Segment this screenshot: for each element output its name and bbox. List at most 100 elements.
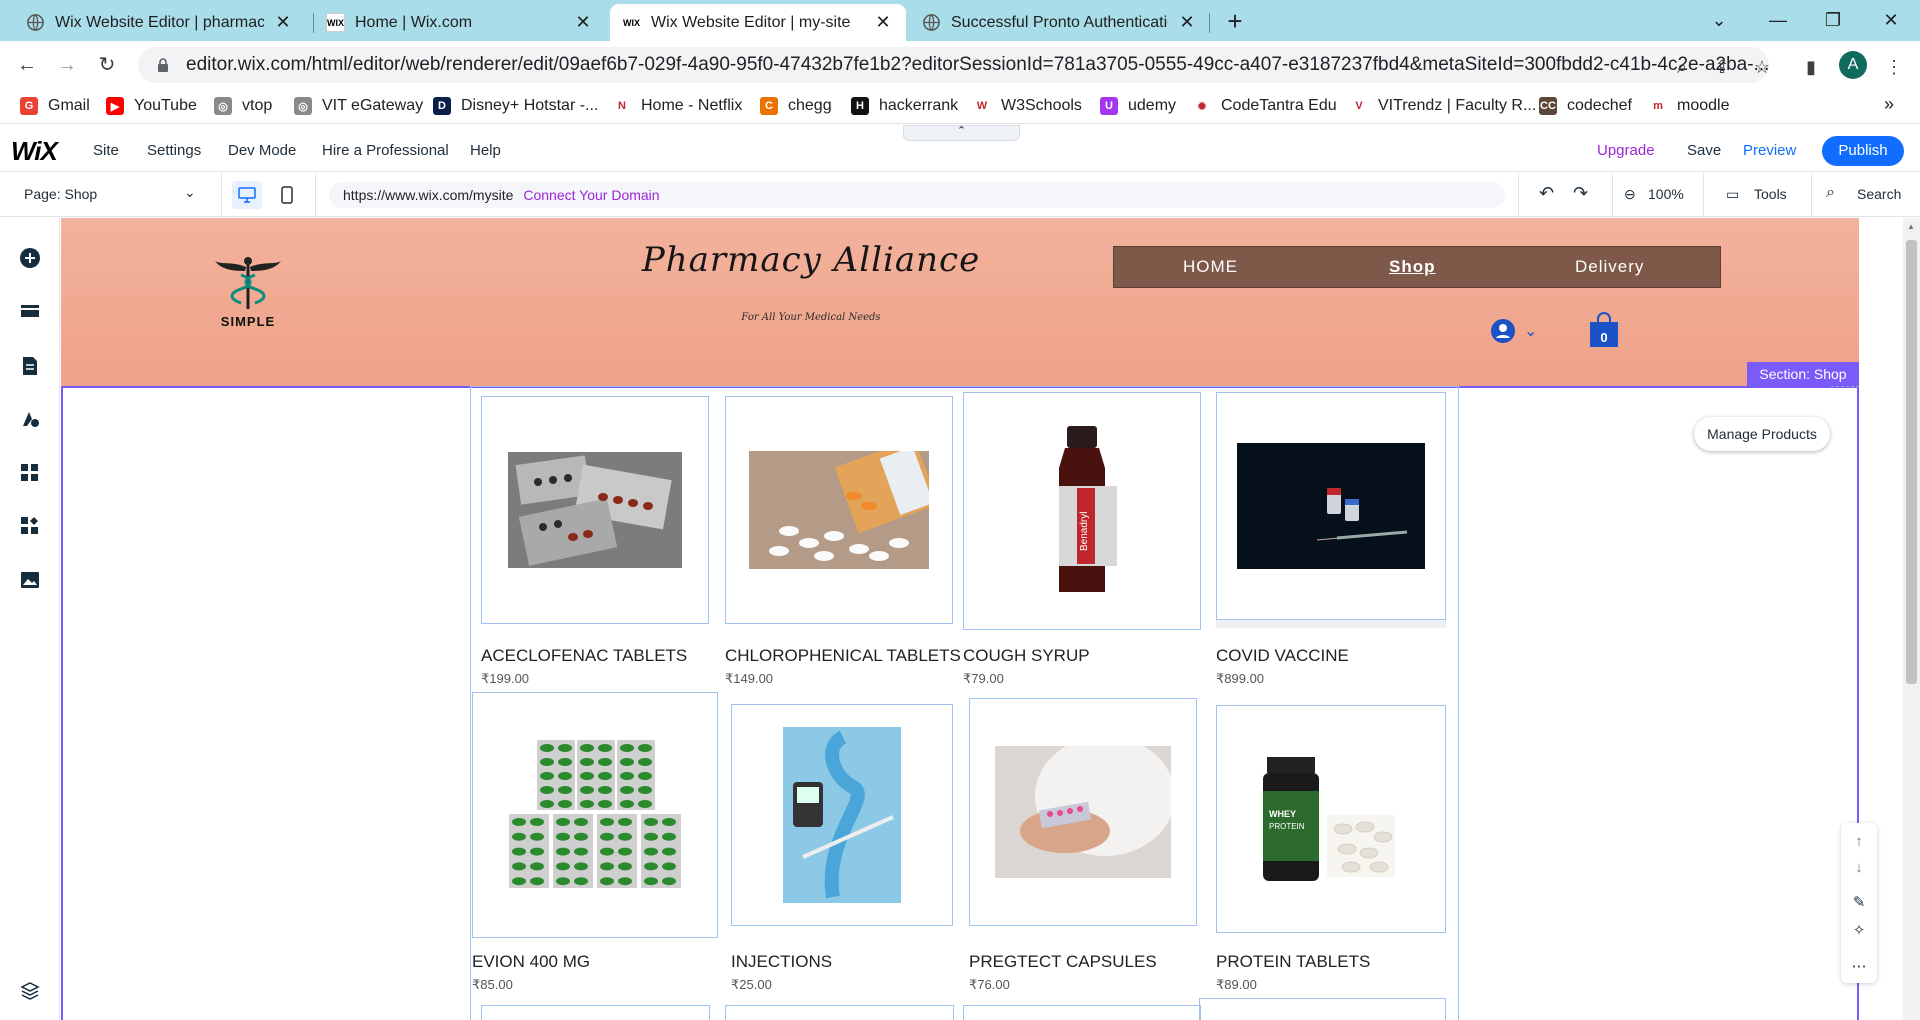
search-button[interactable]: Search (1857, 186, 1901, 202)
forward-icon[interactable]: → (53, 51, 81, 79)
share-icon[interactable]: ⇪ (1712, 57, 1732, 77)
address-bar[interactable]: editor.wix.com/html/editor/web/renderer/… (138, 47, 1769, 83)
edit-pencil-icon[interactable]: ✎ (1849, 893, 1869, 913)
bookmark-vit-egateway[interactable]: ◎ VIT eGateway (294, 94, 423, 118)
nav-shop[interactable]: Shop (1389, 257, 1436, 277)
close-tab-icon[interactable]: ✕ (272, 12, 294, 34)
product-image[interactable]: WHEY PROTEIN (1216, 705, 1446, 933)
product-card[interactable]: WHEY PROTEIN PROTEIN TABLETS ₹89.00 (1216, 705, 1446, 1008)
product-name[interactable]: EVION 400 MG (472, 952, 590, 972)
browser-tab[interactable]: WIX Home | Wix.com ✕ (314, 4, 606, 41)
product-image[interactable] (725, 396, 953, 624)
more-options-icon[interactable]: ⋯ (1849, 957, 1869, 977)
product-card[interactable]: EVION 400 MG ₹85.00 (472, 692, 719, 1008)
browser-tab[interactable]: Successful Pronto Authentication ✕ (910, 4, 1210, 41)
product-image[interactable] (1216, 392, 1446, 620)
product-card[interactable]: ACECLOFENAC TABLETS ₹199.00 (481, 396, 711, 696)
redo-icon[interactable]: ↷ (1573, 183, 1588, 204)
product-card-partial[interactable] (1199, 998, 1446, 1020)
zoom-out-icon[interactable]: ⊖ (1624, 186, 1636, 203)
site-navigation[interactable]: HOME Shop Delivery (1113, 246, 1721, 288)
site-header[interactable]: SIMPLE Pharmacy Alliance For All Your Me… (61, 218, 1859, 386)
product-card-partial[interactable] (481, 1005, 710, 1020)
product-name[interactable]: PREGTECT CAPSULES (969, 952, 1157, 972)
menu-help[interactable]: Help (470, 142, 501, 159)
mobile-view-icon[interactable] (272, 181, 302, 209)
nav-home[interactable]: HOME (1183, 257, 1238, 277)
preview-button[interactable]: Preview (1743, 142, 1796, 159)
product-card-partial[interactable] (963, 1005, 1201, 1020)
section-label[interactable]: Section: Shop (1747, 362, 1859, 386)
product-name[interactable]: PROTEIN TABLETS (1216, 952, 1370, 972)
bookmark-udemy[interactable]: Uudemy (1100, 94, 1176, 118)
publish-button[interactable]: Publish (1822, 136, 1904, 166)
upgrade-link[interactable]: Upgrade (1597, 142, 1655, 159)
site-title[interactable]: Pharmacy Alliance (541, 240, 1081, 280)
site-tagline[interactable]: For All Your Medical Needs (601, 312, 1021, 323)
bookmark-disney-hotstar[interactable]: D Disney+ Hotstar -... (433, 94, 598, 118)
nav-delivery[interactable]: Delivery (1575, 257, 1644, 277)
product-card[interactable]: PREGTECT CAPSULES ₹76.00 (969, 698, 1199, 1008)
restore-icon[interactable]: ❐ (1816, 6, 1850, 34)
bookmark-w3schools[interactable]: W W3Schools (973, 94, 1082, 118)
menu-hire-professional[interactable]: Hire a Professional (322, 142, 449, 159)
bookmark-hackerrank[interactable]: Hhackerrank (851, 94, 958, 118)
browser-tab-active[interactable]: WIX Wix Website Editor | my-site ✕ (610, 4, 906, 41)
page-selector[interactable]: Page: Shop (24, 186, 97, 202)
product-name[interactable]: COVID VACCINE (1216, 646, 1349, 666)
product-name[interactable]: ACECLOFENAC TABLETS (481, 646, 687, 666)
bookmark-gmail[interactable]: G Gmail (20, 94, 90, 118)
more-bookmarks-icon[interactable]: » (1884, 94, 1894, 115)
profile-avatar[interactable]: A (1839, 51, 1867, 79)
side-panel-icon[interactable]: ▮ (1801, 57, 1821, 77)
collapse-topbar-toggle[interactable]: ⌃ (903, 125, 1020, 141)
scrollbar-thumb[interactable] (1906, 240, 1917, 684)
minimize-icon[interactable]: — (1761, 6, 1795, 34)
zoom-level[interactable]: 100% (1648, 186, 1684, 202)
product-image[interactable] (731, 704, 953, 926)
product-name[interactable]: CHLOROPHENICAL TABLETS (725, 646, 961, 666)
save-button[interactable]: Save (1687, 142, 1721, 159)
close-tab-icon[interactable]: ✕ (572, 12, 594, 34)
back-icon[interactable]: ← (13, 51, 41, 79)
tab-search-icon[interactable]: ⌄ (1702, 6, 1736, 34)
media-icon[interactable] (19, 569, 41, 591)
bookmark-moodle[interactable]: m moodle (1649, 94, 1729, 118)
bookmark-youtube[interactable]: ▶ YouTube (106, 94, 197, 118)
wix-logo[interactable]: WiX (11, 136, 58, 167)
account-menu[interactable]: ⌄ (1490, 318, 1537, 344)
scroll-up-icon[interactable]: ▲ (1907, 222, 1915, 231)
product-card-partial[interactable] (725, 1005, 954, 1020)
product-image[interactable] (472, 692, 718, 938)
bookmark-vtop[interactable]: ◎ vtop (214, 94, 272, 118)
kebab-menu-icon[interactable]: ⋮ (1884, 57, 1904, 77)
product-image[interactable]: Benadryl (963, 392, 1201, 630)
business-tools-icon[interactable] (19, 515, 41, 537)
search-icon[interactable]: ⌕ (1826, 184, 1835, 202)
product-card[interactable]: Benadryl COUGH SYRUP ₹79.00 (963, 392, 1203, 696)
close-window-icon[interactable]: ✕ (1874, 6, 1908, 34)
tools-icon[interactable]: ▭ (1726, 186, 1739, 203)
canvas-scrollbar[interactable]: ▲ (1903, 218, 1920, 1020)
menu-settings[interactable]: Settings (147, 142, 201, 159)
connect-domain-link[interactable]: Connect Your Domain (523, 187, 659, 203)
product-image[interactable] (969, 698, 1197, 926)
bookmark-chegg[interactable]: Cchegg (760, 94, 832, 118)
product-name[interactable]: COUGH SYRUP (963, 646, 1090, 666)
product-card[interactable]: COVID VACCINE ₹899.00 (1216, 392, 1446, 696)
zoom-icon[interactable]: ⌕ (1672, 57, 1692, 77)
editor-canvas[interactable]: SIMPLE Pharmacy Alliance For All Your Me… (61, 218, 1859, 1020)
product-card[interactable]: INJECTIONS ₹25.00 (731, 704, 953, 1008)
move-down-icon[interactable]: ↓ (1849, 859, 1869, 879)
bookmark-star-icon[interactable]: ☆ (1752, 57, 1772, 77)
reload-icon[interactable]: ↻ (93, 51, 121, 79)
bookmark-codechef[interactable]: CC codechef (1539, 94, 1632, 118)
design-icon[interactable] (19, 408, 41, 430)
pages-icon[interactable] (19, 355, 41, 377)
browser-tab[interactable]: Wix Website Editor | pharmacy-a ✕ (14, 4, 306, 41)
bookmark-home-netflix[interactable]: N Home - Netflix (613, 94, 742, 118)
bookmark-codetantra-edu[interactable]: ✹ CodeTantra Edu (1193, 94, 1337, 118)
product-card[interactable]: CHLOROPHENICAL TABLETS ₹149.00 (725, 396, 961, 696)
chevron-down-icon[interactable]: ⌄ (184, 184, 196, 201)
product-image[interactable] (481, 396, 709, 624)
